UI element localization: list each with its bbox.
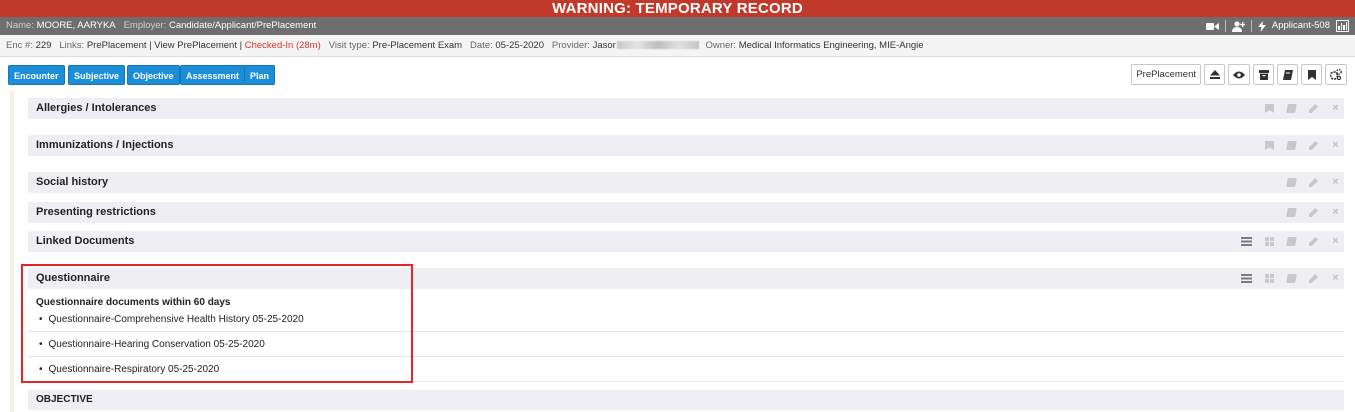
preplacement-link[interactable]: PrePlacement <box>87 40 147 51</box>
enc-number: 229 <box>35 40 52 51</box>
questionnaire-link[interactable]: Questionnaire-Hearing Conservation 05-25… <box>49 339 265 350</box>
section-social-history[interactable]: Social history × <box>28 172 1344 193</box>
links-label: Links: <box>59 40 85 51</box>
notes-button[interactable] <box>1277 64 1298 85</box>
header-divider <box>1224 20 1226 32</box>
questionnaire-subtitle: Questionnaire documents within 60 days <box>36 297 231 308</box>
bookmark-icon[interactable] <box>1265 104 1274 113</box>
name-label: Name: <box>6 20 34 31</box>
section-title: Linked Documents <box>36 235 135 247</box>
date-label: Date: <box>470 40 493 51</box>
section-linked-documents[interactable]: Linked Documents × <box>28 231 1344 252</box>
section-questionnaire[interactable]: Questionnaire × <box>28 268 1344 289</box>
header-divider <box>1250 20 1252 32</box>
book-icon[interactable] <box>1286 208 1297 217</box>
eject-icon <box>1209 70 1220 79</box>
pencil-icon[interactable] <box>1309 274 1318 283</box>
eject-button[interactable] <box>1204 64 1225 85</box>
tab-subjective[interactable]: Subjective <box>68 65 126 85</box>
tab-toolbar: Encounter Subjective Objective Assessmen… <box>0 57 1355 91</box>
preplacement-button[interactable]: PrePlacement <box>1131 64 1201 85</box>
visit-type: Pre-Placement Exam <box>372 40 463 51</box>
employer-value: Candidate/Applicant/PrePlacement <box>168 20 317 31</box>
view-button[interactable] <box>1228 64 1250 85</box>
temporary-record-warning: WARNING: TEMPORARY RECORD <box>0 0 1355 17</box>
enc-label: Enc #: <box>6 40 33 51</box>
section-title: Immunizations / Injections <box>36 139 174 151</box>
questionnaire-link[interactable]: Questionnaire-Respiratory 05-25-2020 <box>49 364 220 375</box>
owner-label: Owner: <box>705 40 737 51</box>
section-title: Questionnaire <box>36 272 110 284</box>
user-account[interactable]: Applicant-508 <box>1272 17 1330 35</box>
section-objective[interactable]: OBJECTIVE <box>28 390 1344 410</box>
add-user-icon[interactable] <box>1231 20 1245 32</box>
pencil-icon[interactable] <box>1309 208 1318 217</box>
redacted-text <box>616 41 699 50</box>
list-item[interactable]: • Questionnaire-Respiratory 05-25-2020 <box>28 358 1344 382</box>
pencil-icon[interactable] <box>1309 237 1318 246</box>
settings-button[interactable] <box>1325 64 1347 85</box>
section-title: Allergies / Intolerances <box>36 102 157 114</box>
bullet: • <box>39 314 43 325</box>
view-preplacement-link[interactable]: View PrePlacement <box>154 40 237 51</box>
gears-icon <box>1330 69 1342 80</box>
eye-icon <box>1233 71 1245 78</box>
tab-plan[interactable]: Plan <box>244 65 276 85</box>
list-item[interactable]: • Questionnaire-Comprehensive Health Hist… <box>28 308 1344 332</box>
close-icon[interactable]: × <box>1331 103 1340 114</box>
checkin-status: Checked-In (28m) <box>244 40 321 51</box>
close-icon[interactable]: × <box>1331 140 1340 151</box>
grid-icon[interactable] <box>1265 274 1274 283</box>
section-title: OBJECTIVE <box>36 394 93 405</box>
bookmark-icon <box>1307 69 1316 80</box>
tab-assessment[interactable]: Assessment <box>180 65 246 85</box>
book-icon[interactable] <box>1286 237 1297 246</box>
book-icon[interactable] <box>1286 178 1297 187</box>
book-icon <box>1282 69 1293 80</box>
pencil-icon[interactable] <box>1309 178 1318 187</box>
list-icon[interactable] <box>1241 274 1252 283</box>
questionnaire-link[interactable]: Questionnaire-Comprehensive Health Histo… <box>49 314 304 325</box>
patient-name: MOORE, AARYKA <box>36 20 116 31</box>
video-camera-icon[interactable] <box>1205 22 1219 31</box>
section-presenting-restrictions[interactable]: Presenting restrictions × <box>28 202 1344 223</box>
bookmark-icon[interactable] <box>1265 141 1274 150</box>
employer-label: Employer: <box>123 20 167 31</box>
encounter-date: 05-25-2020 <box>495 40 544 51</box>
link-separator: | <box>149 40 152 51</box>
close-icon[interactable]: × <box>1331 177 1340 188</box>
close-icon[interactable]: × <box>1331 207 1340 218</box>
close-icon[interactable]: × <box>1331 236 1340 247</box>
owner-value: Medical Informatics Engineering, MIE-Ang… <box>738 40 924 51</box>
tab-encounter[interactable]: Encounter <box>8 65 65 85</box>
grid-icon[interactable] <box>1265 237 1274 246</box>
list-item[interactable]: • Questionnaire-Hearing Conservation 05-2… <box>28 333 1344 357</box>
pencil-icon[interactable] <box>1309 104 1318 113</box>
pencil-icon[interactable] <box>1309 141 1318 150</box>
lightning-icon <box>1257 20 1266 32</box>
bullet: • <box>39 339 43 350</box>
tab-objective[interactable]: Objective <box>127 65 180 85</box>
archive-button[interactable] <box>1253 64 1274 85</box>
section-immunizations[interactable]: Immunizations / Injections × <box>28 135 1344 156</box>
archive-icon <box>1258 69 1269 80</box>
encounter-info-bar: Enc #: 229 Links: PrePlacement | View Pr… <box>0 35 1355 57</box>
section-title: Presenting restrictions <box>36 206 156 218</box>
provider-name: Jasor <box>592 40 616 51</box>
patient-header: Name: MOORE, AARYKA Employer: Candidate/… <box>0 17 1355 35</box>
list-icon[interactable] <box>1241 237 1252 246</box>
provider-label: Provider: <box>551 40 590 51</box>
book-icon[interactable] <box>1286 141 1297 150</box>
book-icon[interactable] <box>1286 104 1297 113</box>
link-separator: | <box>239 40 243 51</box>
section-title: Social history <box>36 176 109 188</box>
close-icon[interactable]: × <box>1331 273 1340 284</box>
bullet: • <box>39 364 43 375</box>
encounter-content: Allergies / Intolerances × Immunizations… <box>10 91 1348 412</box>
visit-type-label: Visit type: <box>328 40 370 51</box>
bar-chart-icon[interactable] <box>1336 20 1349 32</box>
book-icon[interactable] <box>1286 274 1297 283</box>
bookmark-button[interactable] <box>1301 64 1322 85</box>
section-allergies[interactable]: Allergies / Intolerances × <box>28 98 1344 119</box>
